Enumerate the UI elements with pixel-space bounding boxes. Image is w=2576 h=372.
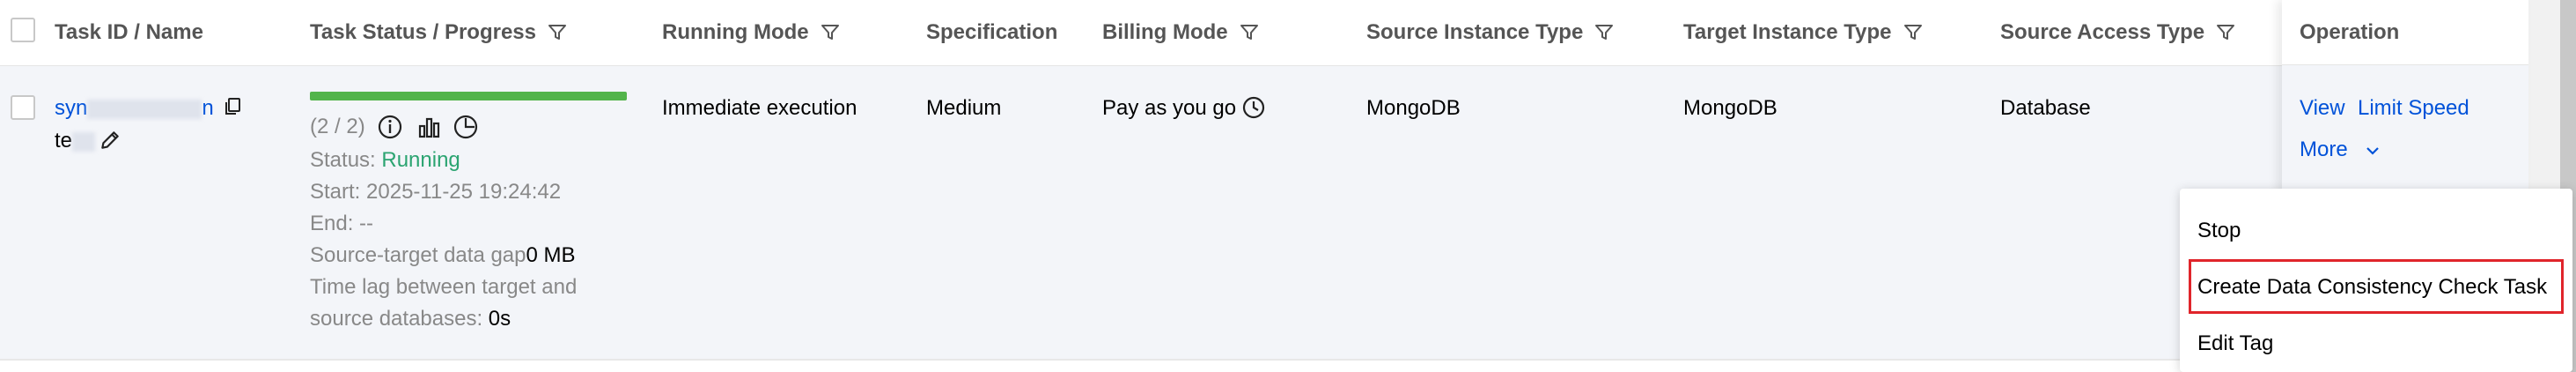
menu-item-stop[interactable]: Stop <box>2197 219 2241 243</box>
filter-icon[interactable] <box>820 22 841 43</box>
clock-icon[interactable] <box>1241 95 1266 120</box>
filter-icon[interactable] <box>1903 22 1924 43</box>
progress-bar-fill <box>310 92 627 100</box>
filter-icon[interactable] <box>1239 22 1260 43</box>
status-badge: Running <box>381 148 460 172</box>
col-source-instance-type[interactable]: Source Instance Type <box>1366 0 1615 65</box>
clock-pie-icon[interactable] <box>453 114 479 140</box>
more-dropdown[interactable]: More <box>2300 138 2348 162</box>
col-target-instance-type[interactable]: Target Instance Type <box>1683 0 1924 65</box>
specification-value: Medium <box>926 96 1002 120</box>
col-task-status[interactable]: Task Status / Progress <box>310 0 568 65</box>
limit-speed-link[interactable]: Limit Speed <box>2358 96 2469 121</box>
edit-pencil-icon[interactable] <box>99 129 121 152</box>
row-checkbox[interactable] <box>11 95 35 120</box>
filter-icon[interactable] <box>547 22 568 43</box>
col-billing-mode[interactable]: Billing Mode <box>1102 0 1260 65</box>
status-line: Status: Running <box>310 148 460 172</box>
target-instance-type-value: MongoDB <box>1683 96 1777 120</box>
select-all-checkbox[interactable] <box>11 18 35 42</box>
source-instance-type-value: MongoDB <box>1366 96 1461 120</box>
start-time: Start: 2025-11-25 19:24:42 <box>310 180 562 204</box>
time-lag-value: 0s <box>488 307 512 331</box>
bar-chart-icon[interactable] <box>416 114 442 140</box>
info-icon[interactable] <box>377 114 403 140</box>
col-source-access-type[interactable]: Source Access Type <box>2000 0 2236 65</box>
end-time: End: -- <box>310 212 374 235</box>
progress-bar <box>310 92 627 100</box>
billing-mode-value: Pay as you go <box>1102 96 1237 120</box>
time-lag-label: Time lag between target and <box>310 275 578 299</box>
task-id-link[interactable]: syn n <box>55 96 214 121</box>
menu-item-create-check-task[interactable]: Create Data Consistency Check Task <box>2197 275 2547 300</box>
time-lag-line: source databases: 0s <box>310 307 512 331</box>
col-specification: Specification <box>926 20 1058 44</box>
data-gap-value: 0 MB <box>526 243 576 267</box>
data-gap-line: Source-target data gap0 MB <box>310 243 576 267</box>
table-header: Task ID / Name Task Status / Progress Ru… <box>0 0 2576 66</box>
more-menu: Stop Create Data Consistency Check Task … <box>2180 189 2572 372</box>
source-access-type-value: Database <box>2000 96 2091 120</box>
filter-icon[interactable] <box>2215 22 2236 43</box>
col-task-id: Task ID / Name <box>55 20 203 44</box>
copy-icon[interactable] <box>222 96 243 117</box>
progress-count: (2 / 2) <box>310 115 365 138</box>
task-name: te <box>55 129 96 153</box>
menu-item-edit-tag[interactable]: Edit Tag <box>2197 331 2273 356</box>
filter-icon[interactable] <box>1593 22 1615 43</box>
view-link[interactable]: View <box>2300 96 2345 121</box>
running-mode-value: Immediate execution <box>662 96 857 120</box>
chevron-down-icon[interactable] <box>2363 141 2382 160</box>
col-operation: Operation <box>2282 0 2528 65</box>
col-running-mode[interactable]: Running Mode <box>662 0 841 65</box>
